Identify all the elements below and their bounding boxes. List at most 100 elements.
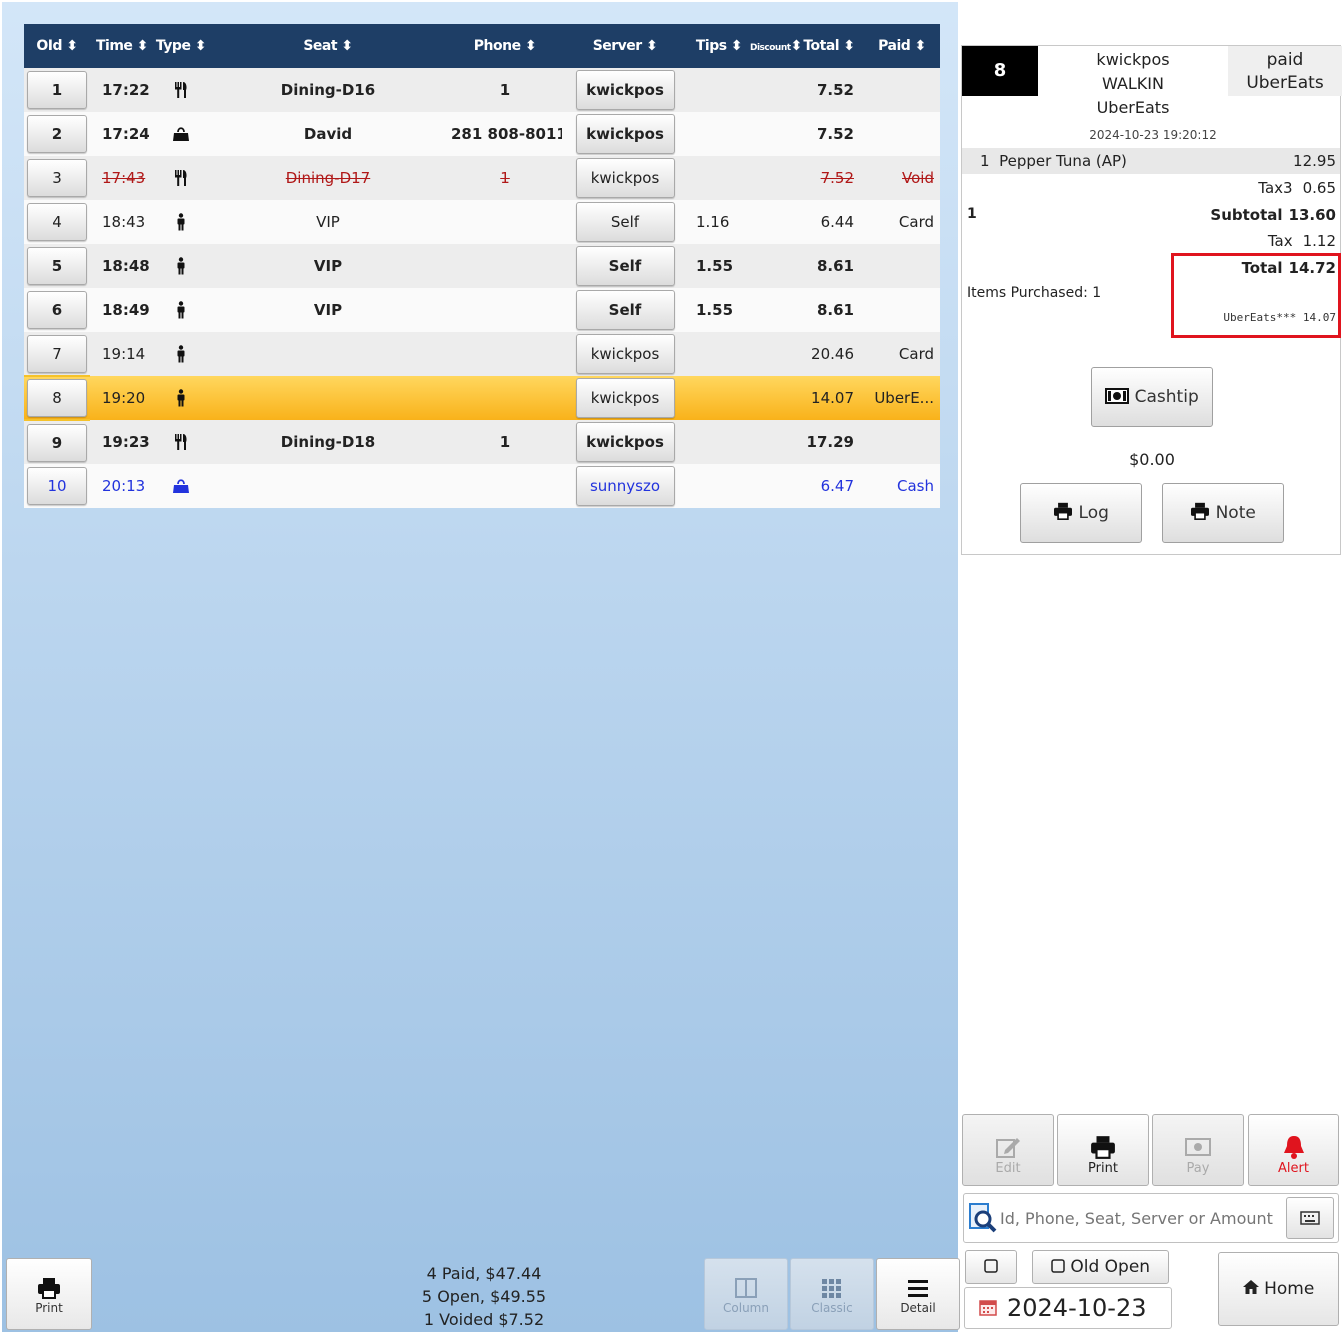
- note-button[interactable]: Note: [1162, 483, 1284, 543]
- col-server[interactable]: Server ⬍: [562, 24, 688, 68]
- order-id-button[interactable]: 9: [27, 423, 87, 462]
- row-seat: Dining-D16: [208, 68, 448, 112]
- pay-button[interactable]: Pay: [1152, 1114, 1244, 1186]
- shopping-bag-icon: [173, 127, 189, 142]
- row-seat: Dining-D18: [208, 420, 448, 464]
- column-view-button[interactable]: Column: [704, 1258, 788, 1330]
- items-purchased: Items Purchased: 1: [967, 285, 1102, 301]
- row-server: Self: [562, 288, 688, 332]
- server-button[interactable]: kwickpos: [575, 334, 675, 374]
- order-id-button[interactable]: 5: [27, 247, 87, 285]
- row-phone: 1: [448, 68, 562, 112]
- row-total: 7.52: [794, 112, 864, 156]
- orders-panel: OId ⬍ Time ⬍ Type ⬍ Seat ⬍ Phone ⬍ Serve…: [2, 2, 960, 1334]
- table-row[interactable]: 7 19:14 kwickpos 20.46 Card: [24, 332, 940, 376]
- server-button[interactable]: kwickpos: [575, 158, 675, 198]
- order-id-button[interactable]: 7: [27, 334, 87, 373]
- order-id-button[interactable]: 3: [27, 159, 87, 197]
- row-tips: [688, 420, 794, 464]
- print-ticket-button[interactable]: Print: [1057, 1114, 1149, 1186]
- row-paid: Card: [864, 332, 940, 376]
- row-paid: Void: [864, 156, 940, 200]
- date-picker[interactable]: 2024-10-23: [964, 1287, 1172, 1329]
- row-oid: 3: [24, 156, 90, 200]
- col-paid[interactable]: Paid ⬍: [864, 24, 940, 68]
- col-phone[interactable]: Phone ⬍: [448, 24, 562, 68]
- server-button[interactable]: Self: [575, 246, 675, 286]
- calendar-icon: [979, 1300, 997, 1316]
- row-tips: [688, 332, 794, 376]
- keyboard-icon: [1300, 1211, 1320, 1225]
- row-paid: [864, 420, 940, 464]
- row-type: [154, 288, 208, 332]
- person-icon: [177, 389, 185, 407]
- col-oid[interactable]: OId ⬍: [24, 24, 90, 68]
- col-seat[interactable]: Seat ⬍: [208, 24, 448, 68]
- server-button[interactable]: kwickpos: [575, 378, 675, 418]
- col-discount[interactable]: Discount⬍: [750, 24, 802, 68]
- row-type: [154, 420, 208, 464]
- row-time: 19:20: [90, 376, 154, 420]
- printer-icon: [1054, 502, 1073, 520]
- row-type: [154, 376, 208, 420]
- ticket-status: paid UberEats: [1228, 46, 1342, 96]
- print-list-button[interactable]: Print: [6, 1258, 92, 1330]
- server-button[interactable]: kwickpos: [575, 422, 675, 462]
- edit-button[interactable]: Edit: [962, 1114, 1054, 1186]
- table-row[interactable]: 2 17:24 David 281 808-8011 kwickpos 7.52: [24, 112, 940, 156]
- home-button[interactable]: Home: [1218, 1252, 1339, 1326]
- row-total: 8.61: [794, 288, 864, 332]
- ticket-header: kwickpos WALKIN UberEats: [1038, 48, 1228, 120]
- search-input[interactable]: [1000, 1202, 1280, 1234]
- orders-table: OId ⬍ Time ⬍ Type ⬍ Seat ⬍ Phone ⬍ Serve…: [24, 24, 940, 508]
- col-type[interactable]: Type ⬍: [154, 24, 208, 68]
- col-total[interactable]: Total ⬍: [794, 24, 864, 68]
- col-tips[interactable]: Tips ⬍: [688, 24, 750, 68]
- row-type: [154, 156, 208, 200]
- table-row[interactable]: 10 20:13 sunnyszo 6.47 Cash: [24, 464, 940, 508]
- table-row[interactable]: 9 19:23 Dining-D18 1 kwickpos 17.29: [24, 420, 940, 464]
- server-button[interactable]: kwickpos: [575, 70, 675, 110]
- row-tips: 1.55: [688, 244, 794, 288]
- order-id-button[interactable]: 8: [27, 379, 87, 417]
- classic-view-button[interactable]: Classic: [790, 1258, 874, 1330]
- row-tips: [688, 376, 794, 420]
- table-row[interactable]: 1 17:22 Dining-D16 1 kwickpos 7.52: [24, 68, 940, 112]
- order-id-button[interactable]: 4: [27, 203, 87, 241]
- col-time[interactable]: Time ⬍: [90, 24, 154, 68]
- table-header: OId ⬍ Time ⬍ Type ⬍ Seat ⬍ Phone ⬍ Serve…: [24, 24, 940, 68]
- row-time: 18:43: [90, 200, 154, 244]
- order-id-button[interactable]: 2: [27, 115, 87, 153]
- row-oid: 6: [24, 288, 90, 332]
- server-button[interactable]: Self: [575, 202, 675, 242]
- cashtip-button[interactable]: Cashtip: [1091, 367, 1213, 427]
- server-button[interactable]: sunnyszo: [575, 466, 675, 506]
- order-id-button[interactable]: 6: [27, 291, 87, 329]
- server-button[interactable]: Self: [575, 290, 675, 330]
- row-oid: 9: [24, 420, 90, 464]
- footer-bar: Print 4 Paid, $47.44 5 Open, $49.55 1 Vo…: [4, 1254, 960, 1334]
- server-button[interactable]: kwickpos: [575, 114, 675, 154]
- order-id-button[interactable]: 10: [27, 467, 87, 505]
- log-button[interactable]: Log: [1020, 483, 1142, 543]
- ticket-line-item[interactable]: 1 Pepper Tuna (AP) 12.95: [962, 148, 1340, 174]
- alert-button[interactable]: Alert: [1248, 1114, 1339, 1186]
- row-time: 19:14: [90, 332, 154, 376]
- detail-view-button[interactable]: Detail: [876, 1258, 960, 1330]
- money-icon: [1105, 388, 1130, 404]
- summary-voided: 1 Voided $7.52: [423, 1310, 545, 1329]
- row-time: 20:13: [90, 464, 154, 508]
- table-row[interactable]: 4 18:43 VIP Self 1.16 6.44 Card: [24, 200, 940, 244]
- row-phone: 1: [448, 420, 562, 464]
- keyboard-button[interactable]: [1286, 1197, 1334, 1239]
- select-checkbox-button[interactable]: [965, 1250, 1017, 1284]
- table-row[interactable]: 5 18:48 VIP Self 1.55 8.61: [24, 244, 940, 288]
- search-icon: [969, 1203, 997, 1233]
- home-icon: [1242, 1280, 1259, 1294]
- old-open-toggle[interactable]: Old Open: [1032, 1250, 1169, 1284]
- person-icon: [177, 301, 185, 319]
- table-row[interactable]: 3 17:43 Dining-D17 1 kwickpos 7.52 Void: [24, 156, 940, 200]
- table-row[interactable]: 6 18:49 VIP Self 1.55 8.61: [24, 288, 940, 332]
- order-id-button[interactable]: 1: [27, 71, 87, 109]
- table-row[interactable]: 8 19:20 kwickpos 14.07 UberE...: [24, 375, 940, 421]
